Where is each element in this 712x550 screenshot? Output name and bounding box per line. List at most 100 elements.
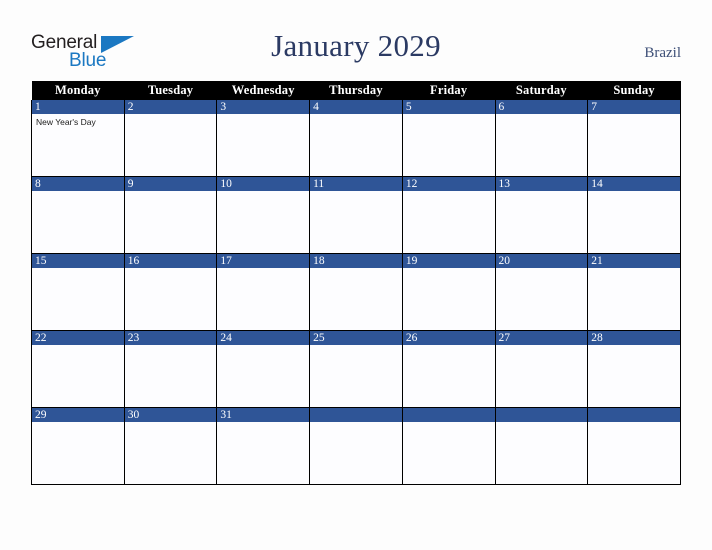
day-events (588, 345, 680, 348)
calendar-day-cell[interactable]: 20 (494, 253, 589, 331)
calendar-day-cell[interactable]: 29 (31, 407, 125, 485)
day-number: 29 (32, 408, 124, 422)
calendar-header-row: Monday Tuesday Wednesday Thursday Friday… (31, 81, 681, 100)
region-label: Brazil (644, 45, 681, 61)
calendar-day-cell[interactable]: 25 (309, 330, 403, 408)
day-cell-inner: 29 (32, 408, 124, 484)
calendar-day-cell[interactable]: 3 (216, 100, 311, 177)
day-cell-inner: 7 (588, 100, 680, 176)
calendar-day-cell[interactable]: 21 (587, 253, 681, 331)
day-number: 28 (588, 331, 680, 345)
day-number: 6 (495, 100, 588, 114)
day-cell-inner: 26 (402, 331, 495, 407)
day-cell-inner: 14 (588, 177, 680, 253)
day-number: 27 (495, 331, 588, 345)
calendar-day-cell[interactable]: 17 (216, 253, 311, 331)
weekday-header-monday: Monday (31, 81, 125, 100)
day-number: 7 (588, 100, 680, 114)
calendar-day-cell[interactable]: 26 (401, 330, 496, 408)
page-title: January 2029 (271, 28, 441, 63)
calendar-day-cell[interactable]: 18 (309, 253, 403, 331)
calendar-day-cell[interactable]: 5 (401, 100, 496, 177)
calendar-day-cell[interactable] (401, 407, 496, 485)
day-events (32, 345, 124, 348)
day-events (310, 114, 402, 117)
day-cell-inner: 19 (402, 254, 495, 330)
calendar-week-row: 29 30 31 (31, 407, 681, 485)
calendar-day-cell[interactable]: 1 New Year's Day (31, 100, 125, 177)
calendar-day-cell[interactable]: 19 (401, 253, 496, 331)
calendar-day-cell[interactable]: 31 (216, 407, 311, 485)
calendar-day-cell[interactable]: 7 (587, 100, 681, 177)
day-number: 26 (402, 331, 495, 345)
page-header: General Blue January 2029 Brazil (0, 0, 712, 80)
day-events (217, 268, 309, 271)
calendar-day-cell[interactable]: 27 (494, 330, 589, 408)
day-number (588, 408, 680, 422)
day-events (588, 268, 680, 271)
day-cell-inner: 12 (402, 177, 495, 253)
day-number: 11 (310, 177, 402, 191)
calendar-day-cell[interactable]: 8 (31, 176, 125, 254)
calendar-week-row: 22 23 24 25 26 27 28 (31, 330, 681, 408)
day-number: 18 (310, 254, 402, 268)
day-events (496, 345, 588, 348)
calendar-day-cell[interactable]: 10 (216, 176, 311, 254)
weekday-header-friday: Friday (402, 81, 496, 100)
day-events (125, 268, 217, 271)
day-cell-inner: 3 (217, 100, 310, 176)
calendar-day-cell[interactable]: 23 (123, 330, 218, 408)
calendar-day-cell[interactable]: 28 (587, 330, 681, 408)
calendar-day-cell[interactable]: 15 (31, 253, 125, 331)
day-events (496, 268, 588, 271)
calendar-day-cell[interactable]: 24 (216, 330, 311, 408)
day-cell-inner: 27 (495, 331, 588, 407)
day-number: 17 (217, 254, 310, 268)
calendar-day-cell[interactable]: 11 (309, 176, 403, 254)
day-events (588, 422, 680, 425)
day-events (310, 268, 402, 271)
day-event: New Year's Day (36, 117, 96, 127)
calendar-day-cell[interactable]: 13 (494, 176, 589, 254)
calendar-day-cell[interactable]: 14 (587, 176, 681, 254)
calendar-day-cell[interactable]: 22 (31, 330, 125, 408)
day-number: 25 (310, 331, 402, 345)
day-number: 8 (32, 177, 124, 191)
day-cell-inner: 15 (32, 254, 124, 330)
day-number: 19 (402, 254, 495, 268)
weekday-header-tuesday: Tuesday (124, 81, 217, 100)
day-events (32, 268, 124, 271)
day-cell-inner (588, 408, 680, 484)
day-events (588, 191, 680, 194)
calendar-page: General Blue January 2029 Brazil Monday … (0, 0, 712, 550)
day-cell-inner: 25 (310, 331, 402, 407)
calendar-day-cell[interactable] (494, 407, 589, 485)
calendar-day-cell[interactable]: 16 (123, 253, 218, 331)
day-cell-inner: 28 (588, 331, 680, 407)
day-number (402, 408, 495, 422)
day-events (496, 191, 588, 194)
day-number: 5 (402, 100, 495, 114)
calendar-day-cell[interactable]: 6 (494, 100, 589, 177)
weekday-header-wednesday: Wednesday (216, 81, 310, 100)
weekday-header-saturday: Saturday (495, 81, 588, 100)
day-events (403, 114, 495, 117)
day-cell-inner: 18 (310, 254, 402, 330)
calendar-day-cell[interactable]: 30 (123, 407, 218, 485)
calendar-day-cell[interactable]: 9 (123, 176, 218, 254)
day-number: 30 (124, 408, 217, 422)
calendar-day-cell[interactable]: 4 (309, 100, 403, 177)
day-number: 24 (217, 331, 310, 345)
calendar-week-row: 15 16 17 18 19 20 21 (31, 253, 681, 331)
day-number: 3 (217, 100, 310, 114)
day-events (496, 114, 588, 117)
calendar-day-cell[interactable] (309, 407, 403, 485)
day-number (495, 408, 588, 422)
day-events (310, 422, 402, 425)
calendar-day-cell[interactable]: 12 (401, 176, 496, 254)
day-number: 21 (588, 254, 680, 268)
day-cell-inner: 2 (124, 100, 217, 176)
calendar-day-cell[interactable]: 2 (123, 100, 218, 177)
day-number (310, 408, 402, 422)
calendar-day-cell[interactable] (587, 407, 681, 485)
